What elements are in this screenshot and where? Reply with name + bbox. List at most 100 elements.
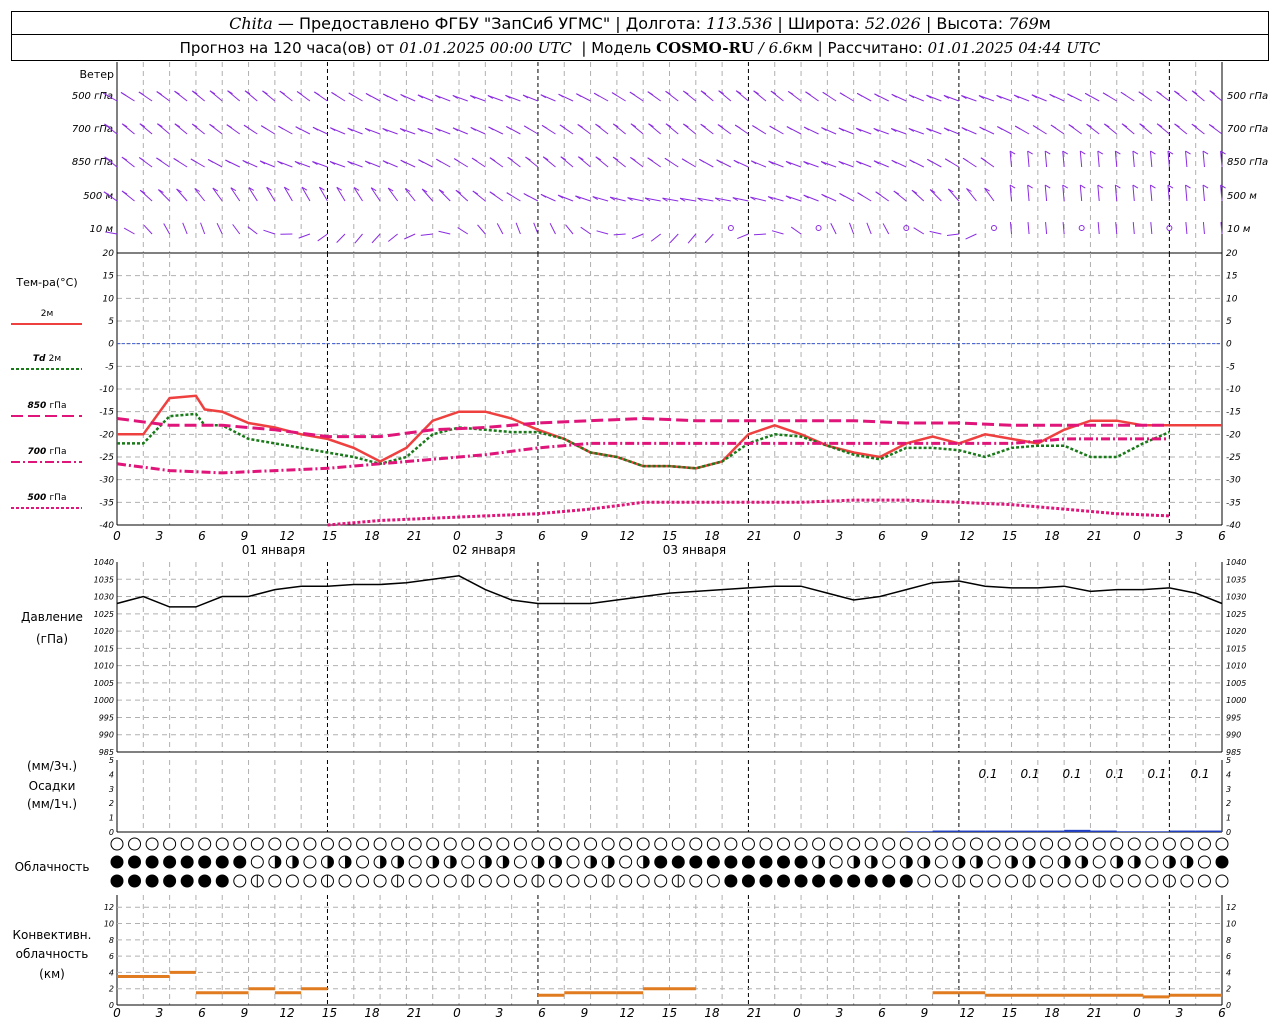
wind-barb-feather xyxy=(1009,184,1016,189)
cloud-cover-symbol xyxy=(408,837,422,851)
wind-barb-feather xyxy=(752,125,758,129)
wind-barb xyxy=(1027,151,1030,168)
wind-barb xyxy=(580,226,591,235)
wind-barb-feather xyxy=(1150,184,1156,189)
cloud-cover-symbol xyxy=(163,874,177,888)
x-tick-label: 6 xyxy=(538,1006,546,1020)
cloud-cover-symbol-fill xyxy=(643,856,650,868)
precip-bar xyxy=(932,830,959,832)
wind-barb xyxy=(1202,151,1205,168)
precip-amount-label: 0.1 xyxy=(1190,767,1209,781)
y-tick-label: 8 xyxy=(1226,936,1231,945)
wind-barb-feather xyxy=(629,91,636,96)
cloud-cover-symbol-fill xyxy=(1169,856,1176,868)
x-tick-label: 0 xyxy=(113,1006,121,1020)
convective-title-2: облачность xyxy=(16,947,89,961)
x-tick-label: 18 xyxy=(1044,529,1060,543)
wind-barb xyxy=(182,222,188,235)
y-tick-label: -35 xyxy=(99,498,114,508)
x-tick-label: 18 xyxy=(1044,1006,1060,1020)
wind-barb-feather xyxy=(173,157,179,162)
wind-barb-feather xyxy=(1032,125,1039,129)
cloud-cover-symbol xyxy=(1075,837,1089,851)
y-tick-label: 15 xyxy=(103,272,115,282)
cloud-cover-symbol xyxy=(934,837,948,851)
cloud-cover-symbol xyxy=(198,855,212,869)
cloud-cover-symbol xyxy=(969,874,983,888)
wind-barb xyxy=(1079,151,1083,168)
wind-barb xyxy=(1062,222,1065,235)
x-tick-label: 9 xyxy=(241,1006,249,1020)
cloud-cover-symbol xyxy=(794,837,808,851)
cloud-cover-symbol xyxy=(128,874,142,888)
wind-barb-feather xyxy=(1027,184,1033,189)
cloud-cover-symbol xyxy=(917,837,931,851)
cloud-cover-symbol xyxy=(1075,874,1089,888)
cloud-cover-symbol xyxy=(233,874,247,888)
cloud-cover-symbol xyxy=(180,874,194,888)
y-tick-label: -40 xyxy=(1226,521,1241,531)
wind-barb-feather xyxy=(225,159,231,164)
wind-barb xyxy=(354,233,363,244)
x-tick-label: 15 xyxy=(662,1006,677,1020)
x-tick-label: 3 xyxy=(1176,529,1184,543)
cloud-cover-symbol-fill xyxy=(1186,856,1193,868)
wind-barb xyxy=(200,222,206,235)
legend-label: Td 2м xyxy=(33,354,61,364)
wind-barb xyxy=(1044,185,1048,202)
cloud-cover-symbol xyxy=(671,837,685,851)
y-tick-label: 1035 xyxy=(94,575,114,584)
wind-barb-feather xyxy=(418,159,424,164)
wind-barb xyxy=(1132,185,1135,202)
cloud-cover-symbol xyxy=(566,874,580,888)
cloud-cover-symbol xyxy=(584,837,598,851)
x-tick-label: 3 xyxy=(156,1006,164,1020)
x-tick-label: 15 xyxy=(322,1006,337,1020)
cloud-cover-symbol-fill xyxy=(590,856,597,868)
cloud-cover-symbol xyxy=(777,837,791,851)
y-tick-label: -30 xyxy=(1226,476,1241,486)
wind-barb xyxy=(1097,185,1100,202)
cloud-cover-symbol-fill xyxy=(345,856,352,868)
wind-barb xyxy=(1062,185,1065,202)
wind-barb-feather xyxy=(1084,92,1091,97)
cloud-cover-symbol xyxy=(917,874,931,888)
cloud-cover-symbol xyxy=(496,874,510,888)
cloud-cover-symbol xyxy=(1197,855,1211,869)
wind-barb-feather xyxy=(734,124,741,129)
wind-barb xyxy=(163,223,171,235)
wind-barb xyxy=(771,230,784,235)
wind-barb-feather xyxy=(365,93,372,97)
cloud-cover-symbol-fill xyxy=(1116,856,1123,868)
x-tick-label: 12 xyxy=(959,1006,974,1020)
cloud-cover-symbol xyxy=(1057,837,1071,851)
y-tick-label: 2 xyxy=(109,985,114,994)
x-tick-label: 0 xyxy=(793,529,801,543)
x-tick-label: 21 xyxy=(407,1006,422,1020)
y-tick-label: 990 xyxy=(1226,731,1241,740)
cloud-cover-symbol xyxy=(513,855,527,869)
x-tick-label: 0 xyxy=(453,1006,461,1020)
x-tick-label: 12 xyxy=(619,529,634,543)
wind-barb-feather xyxy=(997,126,1003,130)
convective-unit: (км) xyxy=(39,967,65,981)
x-tick-label: 3 xyxy=(836,1006,844,1020)
y-tick-label: 20 xyxy=(1226,249,1238,259)
wind-barb xyxy=(1114,185,1118,202)
wind-barb xyxy=(984,187,995,202)
cloud-cover-symbol-fill xyxy=(432,856,439,868)
precip-amount-label: 0.1 xyxy=(978,767,997,781)
wind-calm-mark xyxy=(1078,225,1085,231)
cloud-cover-symbol xyxy=(864,837,878,851)
cloud-cover-symbol xyxy=(724,837,738,851)
wind-barb-feather xyxy=(382,93,389,98)
y-tick-label: 1010 xyxy=(94,662,114,671)
wind-barb xyxy=(1009,185,1013,202)
y-tick-label: 5 xyxy=(1226,756,1231,765)
cloud-cover-symbol-fill xyxy=(1081,856,1088,868)
wind-barb-feather xyxy=(786,126,793,131)
x-tick-label: 6 xyxy=(878,529,886,543)
cloud-cover-symbol-fill xyxy=(274,856,281,868)
cloud-cover-symbol xyxy=(215,874,229,888)
y-tick-label: 1 xyxy=(1226,814,1231,823)
